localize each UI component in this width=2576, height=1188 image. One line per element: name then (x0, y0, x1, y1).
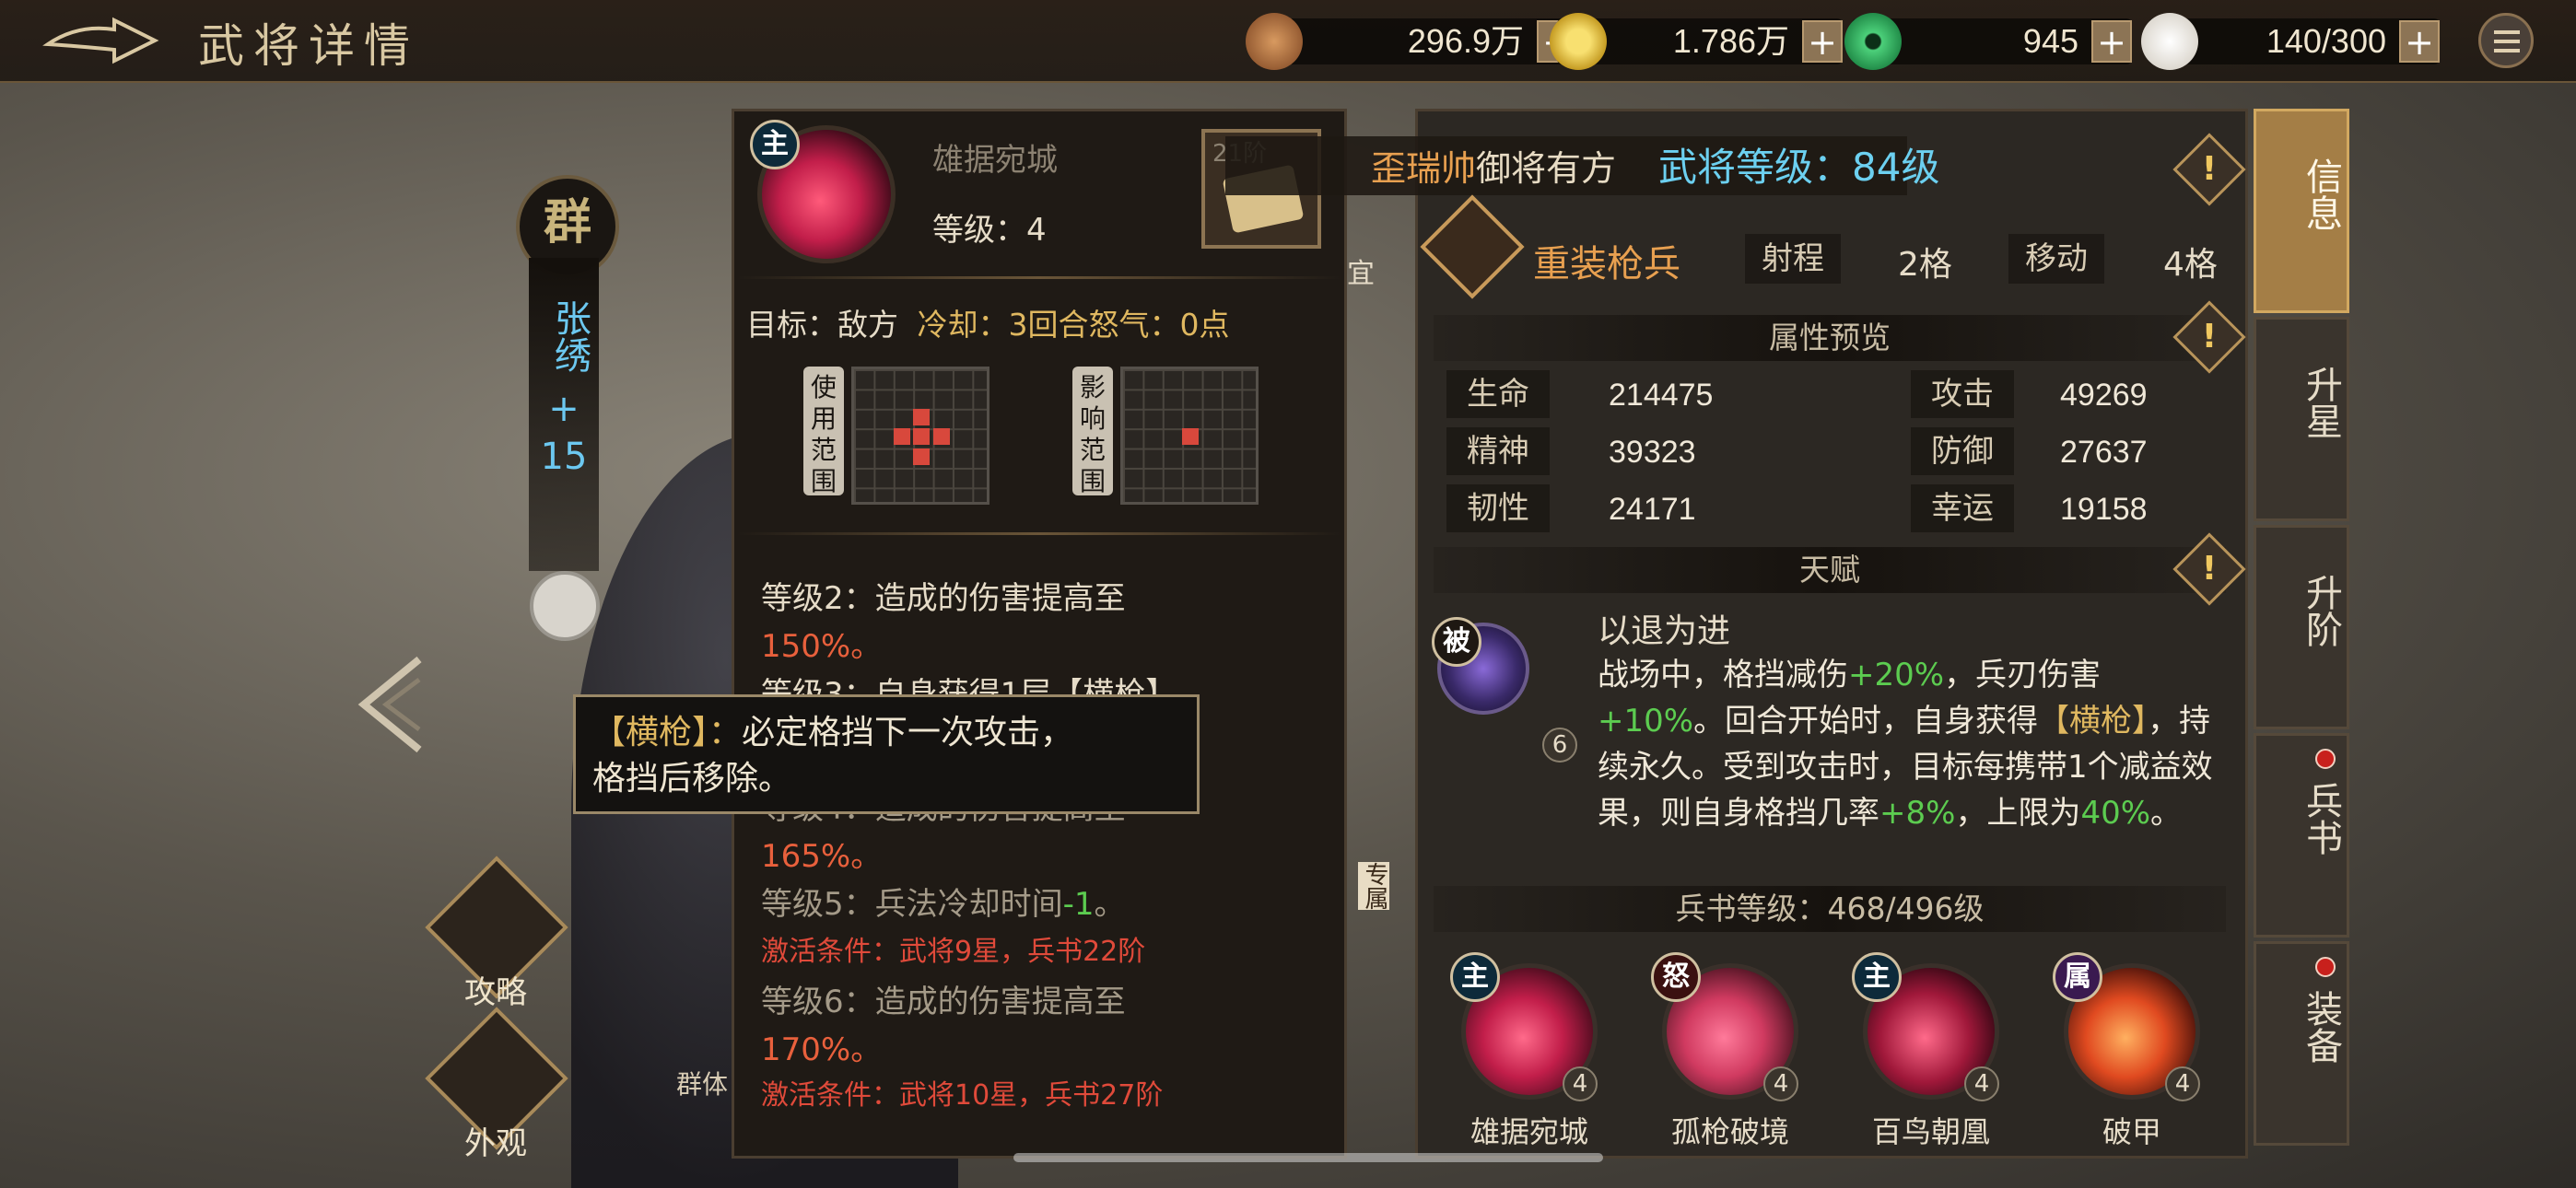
talent-level: 6 (1542, 728, 1577, 763)
stat-value: 24171 (1609, 492, 1696, 527)
general-star-count: 15 (540, 436, 588, 478)
stat-label: 精神 (1446, 427, 1550, 475)
range-value: 2格 (1898, 246, 1952, 284)
keyword-tooltip: 【横枪】：必定格挡下一次攻击， 格挡后移除。 (573, 694, 1200, 814)
stat-value: 27637 (2060, 435, 2148, 470)
tab-war-book[interactable]: 兵书 (2254, 733, 2349, 938)
menu-button[interactable] (2478, 13, 2534, 68)
horse-icon[interactable] (530, 571, 600, 641)
skill-target-line: 目标：敌方 冷却：3回合怒气：0点 (746, 307, 1230, 343)
back-button[interactable] (41, 17, 160, 64)
home-indicator (1013, 1153, 1603, 1162)
skill-slot-name: 孤枪破境 (1670, 1114, 1789, 1149)
skill-name: 雄据宛城 (932, 142, 1058, 179)
skill-level-5: 等级5：兵法冷却时间-1。 (761, 886, 1126, 923)
use-range-label: 使用范围 (803, 367, 844, 496)
stat-value: 49269 (2060, 378, 2148, 413)
move-value: 4格 (2163, 246, 2218, 284)
general-name: 张绣 (548, 299, 591, 373)
skill-slot-level: 4 (2165, 1066, 2200, 1101)
divider (737, 276, 1341, 279)
effect-range-grid (1120, 367, 1259, 505)
talent-type-badge: 被 (1432, 617, 1481, 667)
skill-slot-badge: 主 (1450, 952, 1500, 1002)
stat-label: 韧性 (1446, 484, 1550, 532)
move-label: 移动 (2008, 234, 2104, 284)
skill-slot-badge: 怒 (1651, 952, 1701, 1002)
stat-label: 幸运 (1911, 484, 2014, 532)
effect-range-label: 影响范围 (1072, 367, 1113, 496)
skill-slot-badge: 主 (1852, 952, 1902, 1002)
skill-level-2: 等级2：造成的伤害提高至 150%。 (761, 580, 1126, 665)
exclusive-tag: 专属 (1358, 862, 1389, 910)
tab-info[interactable]: 信息 (2254, 109, 2349, 313)
resource-copper: 296.9万 + (1246, 13, 1577, 70)
guide-label: 攻略 (464, 974, 527, 1011)
talent-name: 以退为进 (1598, 612, 1731, 650)
skill-level-5-condition: 激活条件：武将9星，兵书22阶 (761, 936, 1146, 968)
notification-dot (2315, 749, 2336, 769)
appearance-label: 外观 (464, 1125, 527, 1162)
resource-stamina: 140/300 + (2141, 13, 2440, 70)
partial-label: 宜 (1347, 258, 1375, 290)
notification-dot (2315, 957, 2336, 977)
general-level: 武将等级：84级 (1658, 145, 1940, 190)
stat-label: 攻击 (1911, 370, 2014, 418)
skill-level-6: 等级6：造成的伤害提高至 170%。 (761, 984, 1126, 1068)
range-label: 射程 (1745, 234, 1841, 284)
back-arrow-icon (42, 17, 159, 64)
skill-level-6-condition: 激活条件：武将10星，兵书27阶 (761, 1079, 1164, 1112)
add-gold-button[interactable]: + (1802, 20, 1843, 63)
stat-value: 214475 (1609, 378, 1714, 413)
add-stamina-button[interactable]: + (2399, 20, 2440, 63)
skill-slot-level: 4 (1964, 1066, 1999, 1101)
jade-icon (1844, 13, 1902, 70)
stat-value: 39323 (1609, 435, 1696, 470)
skill-slot-name: 百鸟朝凰 (1871, 1114, 1990, 1149)
talent-section-title: 天赋 (1434, 547, 2226, 593)
stat-label: 防御 (1911, 427, 2014, 475)
resource-gold: 1.786万 + (1550, 13, 1843, 70)
resource-jade: 945 + (1844, 13, 2132, 70)
divider (737, 532, 1341, 535)
prev-general-arrow-icon[interactable] (355, 654, 428, 755)
troop-type-name: 重装枪兵 (1533, 243, 1680, 285)
gold-coin-icon (1550, 13, 1607, 70)
skill-slot-level: 4 (1563, 1066, 1598, 1101)
skill-type-badge: 主 (750, 120, 800, 169)
skill-slot-badge: 属 (2053, 952, 2102, 1002)
general-plus: + (548, 388, 580, 430)
add-jade-button[interactable]: + (2091, 20, 2132, 63)
banner-message: 歪瑞帅御将有方 (1371, 148, 1617, 189)
attr-section-title: 属性预览 (1434, 315, 2226, 361)
faction-bottom-label: 群体 (676, 1069, 729, 1100)
stat-label: 生命 (1446, 370, 1550, 418)
use-range-grid (851, 367, 989, 505)
skill-slot-level: 4 (1763, 1066, 1798, 1101)
tab-rank-up[interactable]: 升阶 (2254, 525, 2349, 729)
skill-slot-name: 雄据宛城 (1469, 1114, 1588, 1149)
skill-level: 等级：4 (932, 212, 1047, 249)
tab-equipment[interactable]: 装备 (2254, 941, 2349, 1146)
copper-coins-icon (1246, 13, 1303, 70)
skill-slot-name: 破甲 (2102, 1114, 2161, 1149)
page-title: 武将详情 (198, 19, 419, 73)
talent-description: 战场中，格挡减伤+20%，兵刃伤害+10%。回合开始时，自身获得【横枪】，持续永… (1598, 657, 2213, 832)
tab-star-up[interactable]: 升星 (2254, 317, 2349, 521)
stat-value: 19158 (2060, 492, 2148, 527)
book-level-bar: 兵书等级：468/496级 (1434, 886, 2226, 932)
steamed-bun-icon (2141, 13, 2198, 70)
